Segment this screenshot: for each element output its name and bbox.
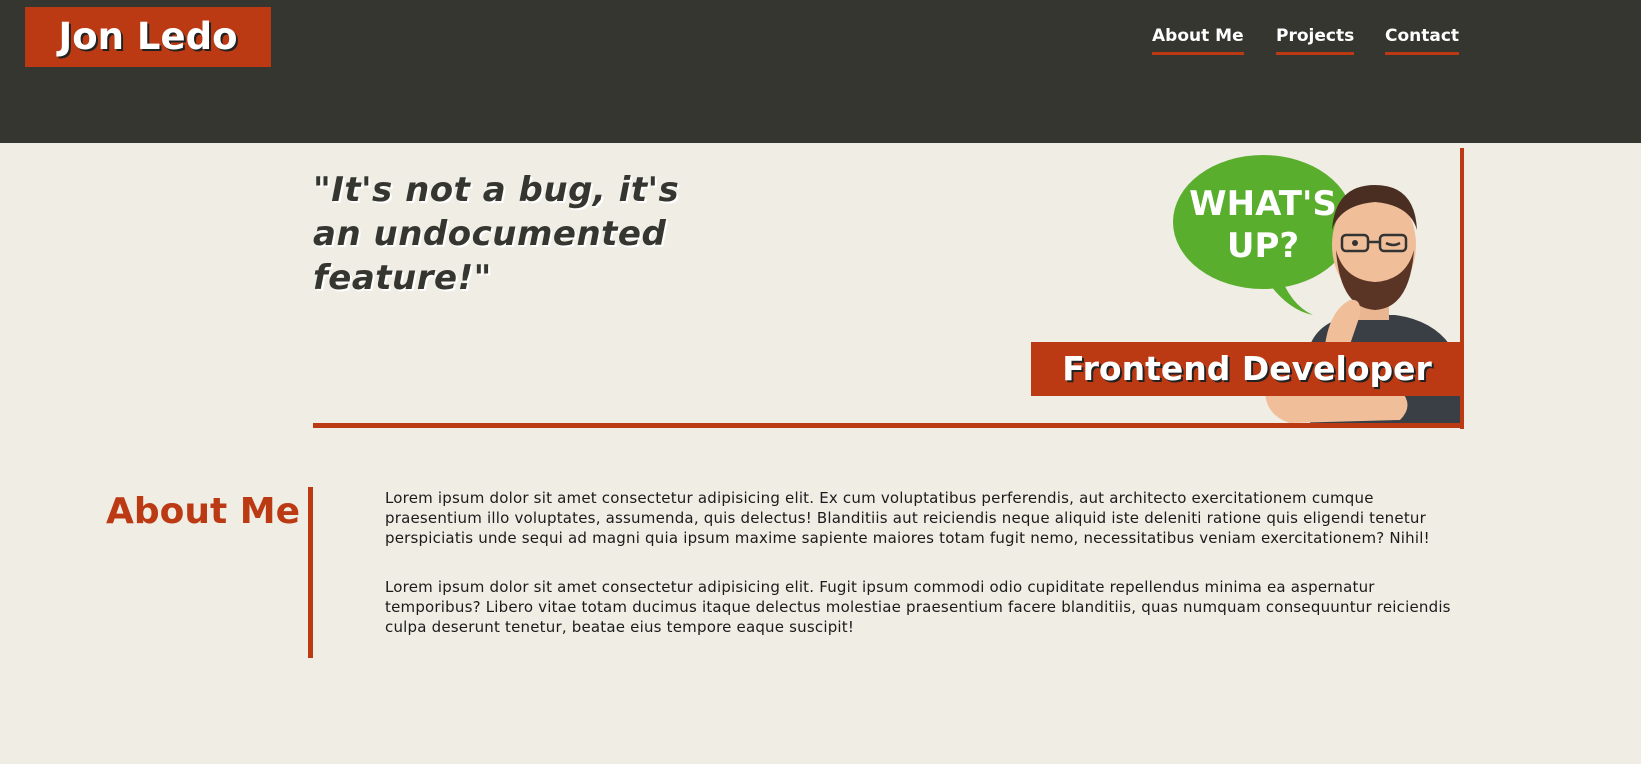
nav-link-projects[interactable]: Projects: [1276, 24, 1355, 55]
site-header: Jon Ledo About Me Projects Contact: [0, 0, 1641, 143]
about-title: About Me: [106, 491, 300, 532]
nav-link-about-me[interactable]: About Me: [1152, 24, 1244, 55]
hero-border-bottom: [313, 423, 1464, 428]
nav-link-contact[interactable]: Contact: [1385, 24, 1460, 55]
bubble-line-1: WHAT'S: [1189, 184, 1337, 224]
about-divider: [308, 487, 313, 658]
site-logo[interactable]: Jon Ledo: [25, 7, 271, 67]
about-paragraph-2: Lorem ipsum dolor sit amet consectetur a…: [385, 578, 1451, 636]
about-text: Lorem ipsum dolor sit amet consectetur a…: [385, 488, 1465, 666]
about-paragraph-1: Lorem ipsum dolor sit amet consectetur a…: [385, 489, 1430, 547]
speech-bubble-icon: WHAT'S UP?: [1173, 155, 1353, 315]
bubble-line-2: UP?: [1227, 226, 1299, 266]
hero-quote: "It's not a bug, it's an undocumented fe…: [313, 170, 680, 298]
role-badge: Frontend Developer: [1031, 342, 1463, 396]
